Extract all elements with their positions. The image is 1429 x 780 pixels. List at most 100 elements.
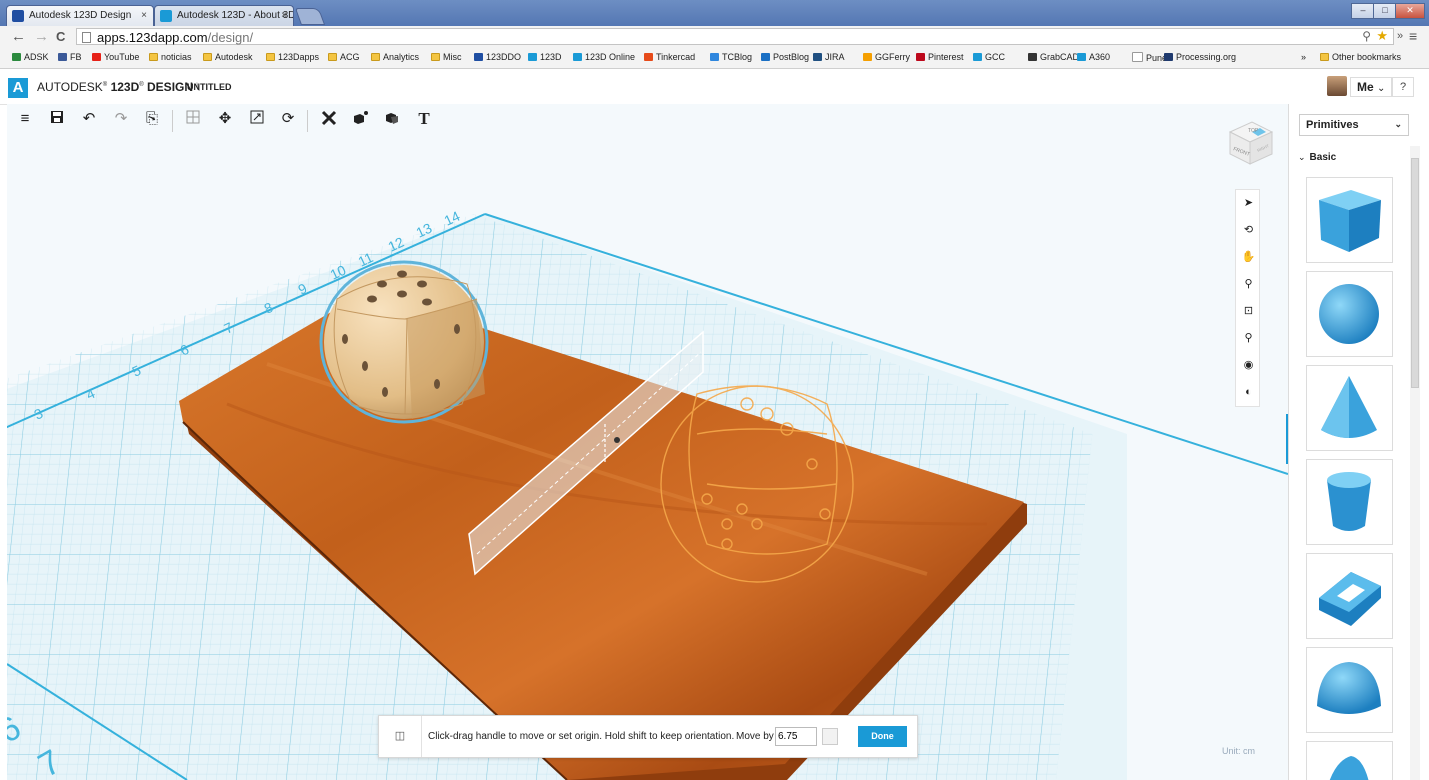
- bookmark-item[interactable]: Misc: [431, 52, 462, 62]
- primitive-hemisphere[interactable]: [1306, 647, 1393, 733]
- primitives-dropdown[interactable]: Primitives ⌄: [1299, 114, 1409, 136]
- primitives-scrollbar[interactable]: [1410, 146, 1420, 780]
- modify-tools-button[interactable]: [320, 110, 338, 128]
- cone-icon: [1321, 376, 1377, 438]
- other-bookmarks-folder[interactable]: Other bookmarks: [1320, 52, 1401, 62]
- bookmark-item[interactable]: JIRA: [813, 52, 845, 62]
- scale-button[interactable]: [248, 110, 266, 128]
- bookmark-item[interactable]: GGFerry: [863, 52, 910, 62]
- redo-button[interactable]: ↷: [112, 110, 130, 128]
- main-menu-button[interactable]: ≡: [16, 110, 34, 128]
- autodesk-logo-icon[interactable]: A: [8, 78, 28, 98]
- text-button[interactable]: T: [415, 110, 433, 128]
- move-context-panel: ◫ Click-drag handle to move or set origi…: [378, 715, 918, 758]
- bookmark-item[interactable]: 123D Online: [573, 52, 635, 62]
- refresh-button[interactable]: ⟳: [279, 110, 297, 128]
- bookmark-item[interactable]: PostBlog: [761, 52, 809, 62]
- scale-icon: [250, 110, 264, 124]
- bookmark-item[interactable]: Pune: [1132, 52, 1167, 63]
- bookmark-item[interactable]: Analytics: [371, 52, 419, 62]
- pattern-button[interactable]: [351, 110, 369, 128]
- material-icon[interactable]: ◐: [1236, 383, 1261, 401]
- select-arrow-icon[interactable]: ➤: [1236, 194, 1261, 212]
- toolbar-divider: [172, 110, 173, 132]
- close-icon[interactable]: ×: [281, 10, 287, 21]
- bookmark-item[interactable]: Processing.org: [1164, 52, 1236, 62]
- bookmark-item[interactable]: ACG: [328, 52, 360, 62]
- chrome-menu-icon[interactable]: ≡: [1409, 28, 1417, 44]
- bookmarks-overflow-button[interactable]: »: [1301, 52, 1306, 62]
- folder-icon: [266, 53, 275, 61]
- bookmark-item[interactable]: GrabCAD: [1028, 52, 1079, 62]
- clipboard-button[interactable]: ⎘: [143, 110, 161, 128]
- primitive-sphere[interactable]: [1306, 271, 1393, 357]
- section-basic[interactable]: ⌄ Basic: [1298, 152, 1336, 163]
- tab-strip: Autodesk 123D Design × Autodesk 123D - A…: [0, 0, 1429, 26]
- fit-all-icon[interactable]: ⊡: [1236, 302, 1261, 320]
- bookmark-item[interactable]: 123Dapps: [266, 52, 319, 62]
- scrollbar-thumb[interactable]: [1411, 158, 1419, 388]
- primitive-box[interactable]: [1306, 177, 1393, 263]
- 3d-viewport[interactable]: 3 4 5 6 7 8 9 10 11 12 13 14 6 7 Unit: c…: [7, 104, 1288, 780]
- minimize-button[interactable]: –: [1351, 3, 1375, 19]
- view-cube[interactable]: TOP FRONT RIGHT: [1226, 118, 1274, 166]
- sphere-icon: [1319, 284, 1379, 344]
- bookmark-item[interactable]: 123D: [528, 52, 562, 62]
- undo-button[interactable]: ↶: [80, 110, 98, 128]
- done-button[interactable]: Done: [858, 726, 907, 747]
- scene-canvas[interactable]: 3456789101112131467: [7, 104, 1288, 780]
- help-button[interactable]: ?: [1392, 77, 1414, 97]
- new-tab-button[interactable]: [294, 8, 326, 25]
- bookmark-item[interactable]: Pinterest: [916, 52, 964, 62]
- primitive-paraboloid[interactable]: [1306, 741, 1393, 780]
- tab-autodesk-123d-design[interactable]: Autodesk 123D Design ×: [6, 5, 154, 26]
- url-input[interactable]: apps.123dapp.com/design/ ⚲ ★: [76, 28, 1394, 45]
- set-origin-icon[interactable]: ◫: [379, 716, 422, 757]
- primitive-torus[interactable]: [1306, 553, 1393, 639]
- star-icon[interactable]: ★: [1376, 28, 1388, 44]
- pan-hand-icon[interactable]: ✋: [1236, 248, 1261, 266]
- reload-button[interactable]: C: [56, 29, 65, 44]
- close-icon[interactable]: ×: [141, 10, 147, 21]
- bookmarks-bar: » Other bookmarks ADSK FB YouTube noticias A…: [0, 48, 1429, 69]
- move-button[interactable]: ✥: [216, 110, 234, 128]
- bookmark-item[interactable]: Autodesk: [203, 52, 253, 62]
- close-window-button[interactable]: ✕: [1395, 3, 1425, 19]
- bookmark-item[interactable]: 123DDO: [474, 52, 521, 62]
- primitive-cylinder[interactable]: [1306, 459, 1393, 545]
- orbit-icon[interactable]: ⟲: [1236, 221, 1261, 239]
- extensions-overflow-icon[interactable]: »: [1397, 30, 1403, 42]
- document-title[interactable]: UNTITLED: [187, 82, 232, 92]
- forward-button[interactable]: →: [34, 28, 49, 45]
- grid-snap-button[interactable]: [184, 110, 202, 128]
- maximize-button[interactable]: □: [1373, 3, 1397, 19]
- zoom-icon[interactable]: ⚲: [1236, 275, 1261, 293]
- bookmark-item[interactable]: FB: [58, 52, 82, 62]
- die-object[interactable]: [319, 260, 489, 424]
- visibility-eye-icon[interactable]: ◉: [1236, 356, 1261, 374]
- tab-autodesk-123d-about[interactable]: Autodesk 123D - About 3D ×: [154, 5, 294, 26]
- bookmark-item[interactable]: A360: [1077, 52, 1110, 62]
- bookmark-item[interactable]: GCC: [973, 52, 1005, 62]
- bookmark-item[interactable]: YouTube: [92, 52, 139, 62]
- bookmark-item[interactable]: Tinkercad: [644, 52, 695, 62]
- user-menu-button[interactable]: Me ⌄: [1350, 77, 1393, 97]
- search-icon[interactable]: ⚲: [1362, 29, 1371, 43]
- zoom-selected-icon[interactable]: ⚲: [1236, 329, 1261, 347]
- unit-toggle-button[interactable]: [822, 728, 838, 745]
- move-by-input[interactable]: [775, 727, 817, 746]
- back-button[interactable]: ←: [11, 28, 26, 45]
- bookmark-item[interactable]: TCBlog: [710, 52, 752, 62]
- bookmark-favicon-icon: [1164, 53, 1173, 61]
- view-cube-top-label[interactable]: TOP: [1248, 128, 1259, 134]
- primitive-cone[interactable]: [1306, 365, 1393, 451]
- bookmark-favicon-icon: [474, 53, 483, 61]
- combine-button[interactable]: [383, 110, 401, 128]
- move-by-label: Move by: [736, 731, 774, 742]
- avatar[interactable]: [1327, 76, 1347, 96]
- save-button[interactable]: [48, 110, 66, 128]
- cylinder-icon: [1327, 472, 1371, 531]
- bookmark-favicon-icon: [528, 53, 537, 61]
- bookmark-item[interactable]: ADSK: [12, 52, 49, 62]
- bookmark-item[interactable]: noticias: [149, 52, 192, 62]
